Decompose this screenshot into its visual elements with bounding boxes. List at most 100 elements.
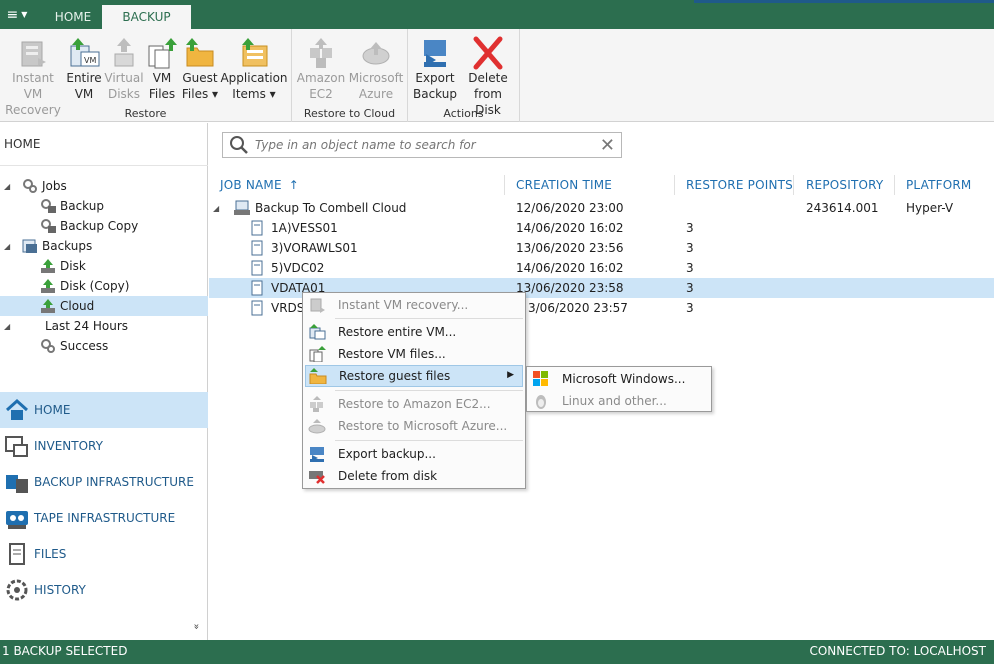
menu-item-linux-and-other[interactable]: Linux and other... xyxy=(529,390,709,412)
nav-label: FILES xyxy=(34,547,67,561)
guest-files-submenu: Microsoft Windows... Linux and other... xyxy=(526,366,712,412)
column-header-creation-time[interactable]: CREATION TIME xyxy=(516,178,612,192)
tree-item-label: Last 24 Hours xyxy=(45,319,129,333)
export-backup-button[interactable]: Export Backup xyxy=(412,36,458,104)
tree-expander-icon[interactable]: ◢ xyxy=(4,182,16,191)
export-backup-icon xyxy=(418,36,452,70)
entire-vm-button[interactable]: VM Entire VM xyxy=(64,36,104,104)
tree-item-disk[interactable]: Disk xyxy=(4,256,208,276)
main-menu-button[interactable]: ≡ ▼ xyxy=(0,0,34,29)
tab-backup[interactable]: BACKUP xyxy=(102,5,191,29)
menu-item-delete-from-disk[interactable]: Delete from disk xyxy=(305,465,523,487)
tree-item-label: Backup Copy xyxy=(60,219,139,233)
repository: 243614.001 xyxy=(806,201,879,215)
history-icon xyxy=(4,577,30,603)
tree-item-cloud[interactable]: Cloud xyxy=(0,296,208,316)
nav-tape-infrastructure[interactable]: TAPE INFRASTRUCTURE xyxy=(0,500,208,536)
column-separator[interactable] xyxy=(504,175,505,195)
nav-files[interactable]: FILES xyxy=(0,536,208,572)
tree-expander-icon[interactable]: ◢ xyxy=(213,204,219,213)
tree-item-backups[interactable]: ◢ Backups xyxy=(4,236,208,256)
guest-files-icon xyxy=(309,368,327,385)
table-row-job[interactable]: ◢ Backup To Combell Cloud 12/06/2020 23:… xyxy=(209,198,994,218)
tree-item-disk-copy[interactable]: Disk (Copy) xyxy=(4,276,208,296)
menu-item-restore-entire-vm[interactable]: Restore entire VM... xyxy=(305,321,523,343)
guest-files-label: Guest Files ▾ xyxy=(181,71,219,101)
delete-from-disk-button[interactable]: Delete from Disk xyxy=(460,36,516,117)
virtual-disks-button[interactable]: Virtual Disks xyxy=(104,36,144,104)
tree-item-label: Backups xyxy=(42,239,93,253)
tree-expander-icon[interactable]: ◢ xyxy=(4,322,16,331)
submenu-arrow-icon: ▶ xyxy=(507,370,514,380)
table-row[interactable]: 5)VDC02 14/06/2020 16:02 3 xyxy=(209,258,994,278)
job-name: 3)VORAWLS01 xyxy=(271,241,358,255)
collapse-navigation-icon[interactable]: » xyxy=(191,623,202,629)
microsoft-azure-button[interactable]: Microsoft Azure xyxy=(348,36,404,104)
menu-item-restore-vm-files[interactable]: Restore VM files... xyxy=(305,343,523,365)
restore-points: 3 xyxy=(686,261,694,275)
job-name: 1A)VESS01 xyxy=(271,221,338,235)
export-backup-label: Export Backup xyxy=(413,71,457,101)
menu-item-label: Instant VM recovery... xyxy=(338,298,469,312)
virtual-disks-icon xyxy=(107,36,141,70)
sidebar: HOME ◢ Jobs Backup Backup Copy ◢ Backups… xyxy=(0,123,208,640)
search-box[interactable]: ✕ xyxy=(222,132,622,158)
tree-item-label: Disk (Copy) xyxy=(60,279,130,293)
export-backup-icon xyxy=(308,446,326,462)
menu-item-restore-to-microsoft-azure[interactable]: Restore to Microsoft Azure... xyxy=(305,415,523,437)
application-items-icon xyxy=(237,36,271,70)
instant-vm-recovery-button[interactable]: Instant VM Recovery xyxy=(2,36,64,117)
backup-job-icon xyxy=(233,199,251,220)
amazon-ec2-label: Amazon EC2 xyxy=(296,71,346,101)
nav-home[interactable]: HOME xyxy=(0,392,208,428)
menu-item-label: Restore to Amazon EC2... xyxy=(338,397,491,411)
menu-item-label: Microsoft Windows... xyxy=(562,372,686,386)
application-items-button[interactable]: Application Items ▾ xyxy=(220,36,288,104)
column-separator[interactable] xyxy=(674,175,675,195)
creation-time: 14/06/2020 16:02 xyxy=(516,261,624,275)
search-input[interactable] xyxy=(255,135,595,155)
menu-item-restore-to-amazon-ec2[interactable]: Restore to Amazon EC2... xyxy=(305,393,523,415)
menu-item-export-backup[interactable]: Export backup... xyxy=(305,443,523,465)
menu-item-instant-vm-recovery[interactable]: Instant VM recovery... xyxy=(305,294,523,316)
nav-inventory[interactable]: INVENTORY xyxy=(0,428,208,464)
column-separator[interactable] xyxy=(894,175,895,195)
instant-vm-recovery-icon xyxy=(308,297,326,313)
table-row[interactable]: 3)VORAWLS01 13/06/2020 23:56 3 xyxy=(209,238,994,258)
tab-home[interactable]: HOME xyxy=(44,5,102,29)
vm-backup-icon xyxy=(251,240,263,259)
ribbon-group-label-actions: Actions xyxy=(443,107,484,120)
vm-files-button[interactable]: VM Files xyxy=(144,36,180,104)
table-row[interactable]: 1A)VESS01 14/06/2020 16:02 3 xyxy=(209,218,994,238)
success-icon xyxy=(40,338,56,354)
nav-label: BACKUP INFRASTRUCTURE xyxy=(34,475,194,489)
menu-item-label: Delete from disk xyxy=(338,469,438,483)
tree-item-backup[interactable]: Backup xyxy=(4,196,208,216)
clear-search-icon[interactable]: ✕ xyxy=(600,135,615,156)
job-name: Backup To Combell Cloud xyxy=(255,201,407,215)
top-search-field-edge[interactable] xyxy=(694,0,994,3)
column-header-restore-points[interactable]: RESTORE POINTS xyxy=(686,178,793,192)
amazon-ec2-icon xyxy=(304,36,338,70)
vm-backup-icon xyxy=(251,300,263,319)
tree-item-backup-copy[interactable]: Backup Copy xyxy=(4,216,208,236)
column-separator[interactable] xyxy=(793,175,794,195)
tree-item-jobs[interactable]: ◢ Jobs xyxy=(4,176,208,196)
menu-item-microsoft-windows[interactable]: Microsoft Windows... xyxy=(529,368,709,390)
menu-item-restore-guest-files[interactable]: Restore guest files ▶ xyxy=(305,365,523,387)
entire-vm-icon: VM xyxy=(67,36,101,70)
column-header-job-name[interactable]: JOB NAME ↑ xyxy=(220,178,299,192)
nav-backup-infrastructure[interactable]: BACKUP INFRASTRUCTURE xyxy=(0,464,208,500)
column-header-platform[interactable]: PLATFORM xyxy=(906,178,971,192)
sidebar-title: HOME xyxy=(4,137,41,151)
restore-points: 3 xyxy=(686,281,694,295)
column-header-repository[interactable]: REPOSITORY xyxy=(806,178,883,192)
amazon-ec2-button[interactable]: Amazon EC2 xyxy=(296,36,346,104)
nav-history[interactable]: HISTORY xyxy=(0,572,208,608)
tree-expander-icon[interactable]: ◢ xyxy=(4,242,16,251)
tree-item-success[interactable]: Success xyxy=(4,336,208,356)
tree-item-last-24-hours[interactable]: ◢ Last 24 Hours xyxy=(4,316,208,336)
guest-files-button[interactable]: Guest Files ▾ xyxy=(180,36,220,104)
backup-infrastructure-icon xyxy=(4,469,30,495)
chevron-down-icon: ▼ xyxy=(21,10,28,19)
